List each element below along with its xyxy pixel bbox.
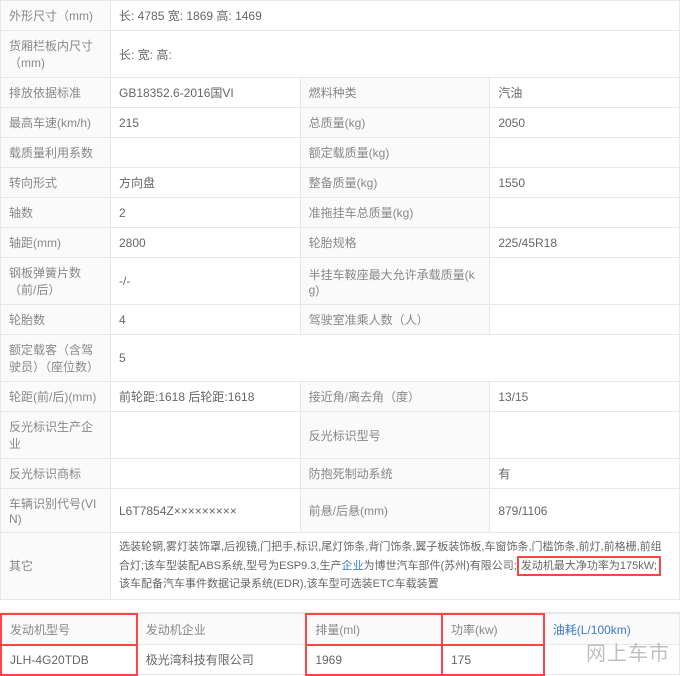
val-tires: 4 bbox=[111, 305, 301, 335]
label-trailer-mass: 准拖挂车总质量(kg) bbox=[300, 198, 490, 228]
label-abs: 防抱死制动系统 bbox=[300, 459, 490, 489]
val-load-util bbox=[111, 138, 301, 168]
val-rated-payload bbox=[490, 138, 680, 168]
label-cargo-dim: 货厢栏板内尺寸（mm) bbox=[1, 31, 111, 78]
label-approach: 接近角/离去角（度） bbox=[300, 382, 490, 412]
other-link[interactable]: 企业 bbox=[341, 560, 363, 572]
label-power: 功率(kw) bbox=[442, 614, 544, 645]
spec-table: 外形尺寸（mm) 长: 4785 宽: 1869 高: 1469 货厢栏板内尺寸… bbox=[0, 0, 680, 613]
val-vin: L6T7854Z××××××××× bbox=[111, 489, 301, 533]
label-wheelbase: 轴距(mm) bbox=[1, 228, 111, 258]
val-semi-saddle bbox=[490, 258, 680, 305]
val-steering: 方向盘 bbox=[111, 168, 301, 198]
engine-table: 发动机型号 发动机企业 排量(ml) 功率(kw) 油耗(L/100km) JL… bbox=[0, 613, 680, 676]
fuel-consumption-link[interactable]: 油耗(L/100km) bbox=[553, 623, 631, 637]
label-total-mass: 总质量(kg) bbox=[300, 108, 490, 138]
val-max-speed: 215 bbox=[111, 108, 301, 138]
label-rated-payload: 额定载质量(kg) bbox=[300, 138, 490, 168]
label-reflector-model: 反光标识型号 bbox=[300, 412, 490, 459]
label-axles: 轴数 bbox=[1, 198, 111, 228]
net-power-highlight: 发动机最大净功率为175kW; bbox=[517, 556, 661, 577]
label-exterior-dim: 外形尺寸（mm) bbox=[1, 1, 111, 31]
label-displacement: 排量(ml) bbox=[306, 614, 442, 645]
val-exterior-dim: 长: 4785 宽: 1869 高: 1469 bbox=[111, 1, 680, 31]
val-other: 选装轮辋,雾灯装饰罩,后视镜,门把手,标识,尾灯饰条,背门饰条,翼子板装饰板,车… bbox=[111, 533, 680, 600]
val-engine-mfr: 极光湾科技有限公司 bbox=[137, 645, 307, 675]
val-tire-spec: 225/45R18 bbox=[490, 228, 680, 258]
val-trailer-mass bbox=[490, 198, 680, 228]
other-text-post: 该车配备汽车事件数据记录系统(EDR),该车型可选装ETC车载装置 bbox=[119, 578, 439, 590]
val-overhang: 879/1106 bbox=[490, 489, 680, 533]
label-emission-std: 排放依据标准 bbox=[1, 78, 111, 108]
val-fuel-type: 汽油 bbox=[490, 78, 680, 108]
val-axles: 2 bbox=[111, 198, 301, 228]
label-tires: 轮胎数 bbox=[1, 305, 111, 335]
val-cargo-dim: 长: 宽: 高: bbox=[111, 31, 680, 78]
val-cabin-seats bbox=[490, 305, 680, 335]
val-displacement: 1969 bbox=[306, 645, 442, 675]
label-track: 轮距(前/后)(mm) bbox=[1, 382, 111, 412]
label-overhang: 前悬/后悬(mm) bbox=[300, 489, 490, 533]
label-load-util: 载质量利用系数 bbox=[1, 138, 111, 168]
val-fuel-consumption bbox=[544, 645, 680, 675]
label-spring: 钢板弹簧片数（前/后） bbox=[1, 258, 111, 305]
other-text-mid: 为博世汽车部件(苏州)有限公司; bbox=[363, 560, 516, 572]
val-total-mass: 2050 bbox=[490, 108, 680, 138]
val-curb-mass: 1550 bbox=[490, 168, 680, 198]
val-wheelbase: 2800 bbox=[111, 228, 301, 258]
val-reflector-brand bbox=[111, 459, 301, 489]
val-rated-pass: 5 bbox=[111, 335, 680, 382]
val-approach: 13/15 bbox=[490, 382, 680, 412]
val-power: 175 bbox=[442, 645, 544, 675]
label-rated-pass: 额定载客（含驾驶员）（座位数） bbox=[1, 335, 111, 382]
val-reflector-mfr bbox=[111, 412, 301, 459]
separator bbox=[1, 599, 680, 612]
val-emission-std: GB18352.6-2016国VI bbox=[111, 78, 301, 108]
val-engine-model: JLH-4G20TDB bbox=[1, 645, 137, 675]
label-max-speed: 最高车速(km/h) bbox=[1, 108, 111, 138]
label-steering: 转向形式 bbox=[1, 168, 111, 198]
label-cabin-seats: 驾驶室准乘人数（人） bbox=[300, 305, 490, 335]
label-engine-mfr: 发动机企业 bbox=[137, 614, 307, 645]
label-engine-model: 发动机型号 bbox=[1, 614, 137, 645]
label-curb-mass: 整备质量(kg) bbox=[300, 168, 490, 198]
val-track: 前轮距:1618 后轮距:1618 bbox=[111, 382, 301, 412]
label-tire-spec: 轮胎规格 bbox=[300, 228, 490, 258]
val-spring: -/- bbox=[111, 258, 301, 305]
val-reflector-model bbox=[490, 412, 680, 459]
val-abs: 有 bbox=[490, 459, 680, 489]
label-fuel-consumption: 油耗(L/100km) bbox=[544, 614, 680, 645]
label-reflector-brand: 反光标识商标 bbox=[1, 459, 111, 489]
label-semi-saddle: 半挂车鞍座最大允许承载质量(kg) bbox=[300, 258, 490, 305]
label-fuel-type: 燃料种类 bbox=[300, 78, 490, 108]
label-vin: 车辆识别代号(VIN) bbox=[1, 489, 111, 533]
label-other: 其它 bbox=[1, 533, 111, 600]
label-reflector-mfr: 反光标识生产企业 bbox=[1, 412, 111, 459]
